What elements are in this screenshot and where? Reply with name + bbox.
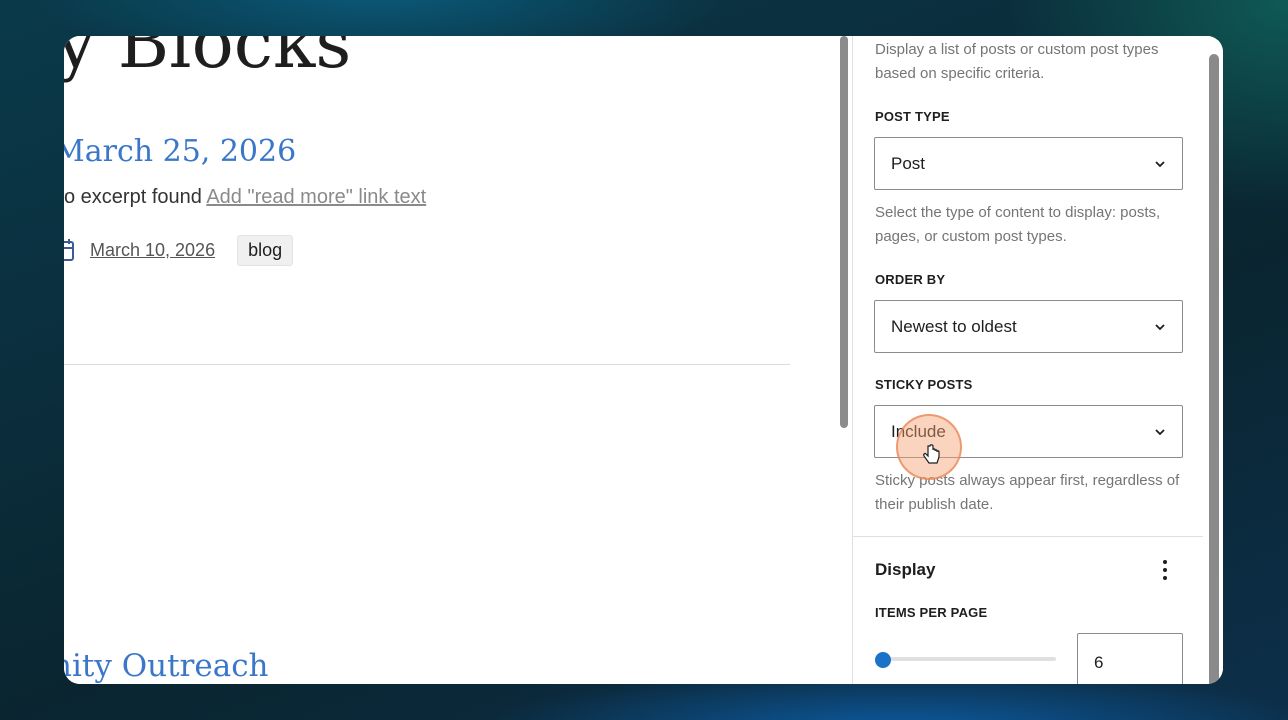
editor-window: y Blocks March 25, 2026 o excerpt found …: [64, 36, 1223, 684]
sticky-posts-label: STICKY POSTS: [875, 377, 973, 392]
order-by-value: Newest to oldest: [891, 316, 1017, 336]
chevron-down-icon: [1155, 161, 1165, 168]
post-type-value: Post: [891, 153, 926, 173]
post-divider: [64, 364, 790, 365]
canvas-scrollbar[interactable]: [840, 36, 848, 428]
more-vertical-icon[interactable]: [1155, 556, 1175, 584]
block-description: Display a list of posts or custom post t…: [875, 41, 1159, 82]
hand-pointer-icon: [923, 444, 940, 464]
read-more-link[interactable]: Add "read more" link text: [206, 186, 426, 208]
items-per-page-slider-thumb[interactable]: [875, 652, 891, 668]
post-date-link[interactable]: March 10, 2026: [90, 240, 215, 261]
next-post-title-link[interactable]: nity Outreach: [64, 648, 269, 684]
post-type-select[interactable]: Post: [874, 137, 1183, 190]
post-type-help: Select the type of content to display: p…: [875, 204, 1161, 245]
items-per-page-label: ITEMS PER PAGE: [875, 605, 988, 620]
chevron-down-icon: [1155, 429, 1165, 436]
order-by-select[interactable]: Newest to oldest: [874, 300, 1183, 353]
excerpt-text: o excerpt found: [64, 186, 202, 208]
panel-divider: [853, 536, 1203, 537]
items-per-page-input[interactable]: 6: [1077, 633, 1183, 684]
order-by-label: ORDER BY: [875, 272, 946, 287]
category-tag[interactable]: blog: [237, 234, 294, 266]
post-title-link[interactable]: March 25, 2026: [64, 134, 296, 169]
post-type-label: POST TYPE: [875, 109, 950, 124]
editor-canvas[interactable]: y Blocks March 25, 2026 o excerpt found …: [64, 36, 852, 684]
calendar-icon: [64, 236, 78, 264]
chevron-down-icon: [1155, 324, 1165, 331]
settings-sidebar: Display a list of posts or custom post t…: [852, 36, 1223, 684]
sidebar-scrollbar[interactable]: [1209, 54, 1219, 684]
display-panel-title[interactable]: Display: [875, 560, 935, 580]
post-excerpt: o excerpt found Add "read more" link tex…: [64, 186, 426, 209]
items-per-page-slider-track[interactable]: [875, 657, 1056, 661]
post-meta: March 10, 2026 blog: [64, 234, 294, 266]
page-heading[interactable]: y Blocks: [64, 36, 351, 84]
